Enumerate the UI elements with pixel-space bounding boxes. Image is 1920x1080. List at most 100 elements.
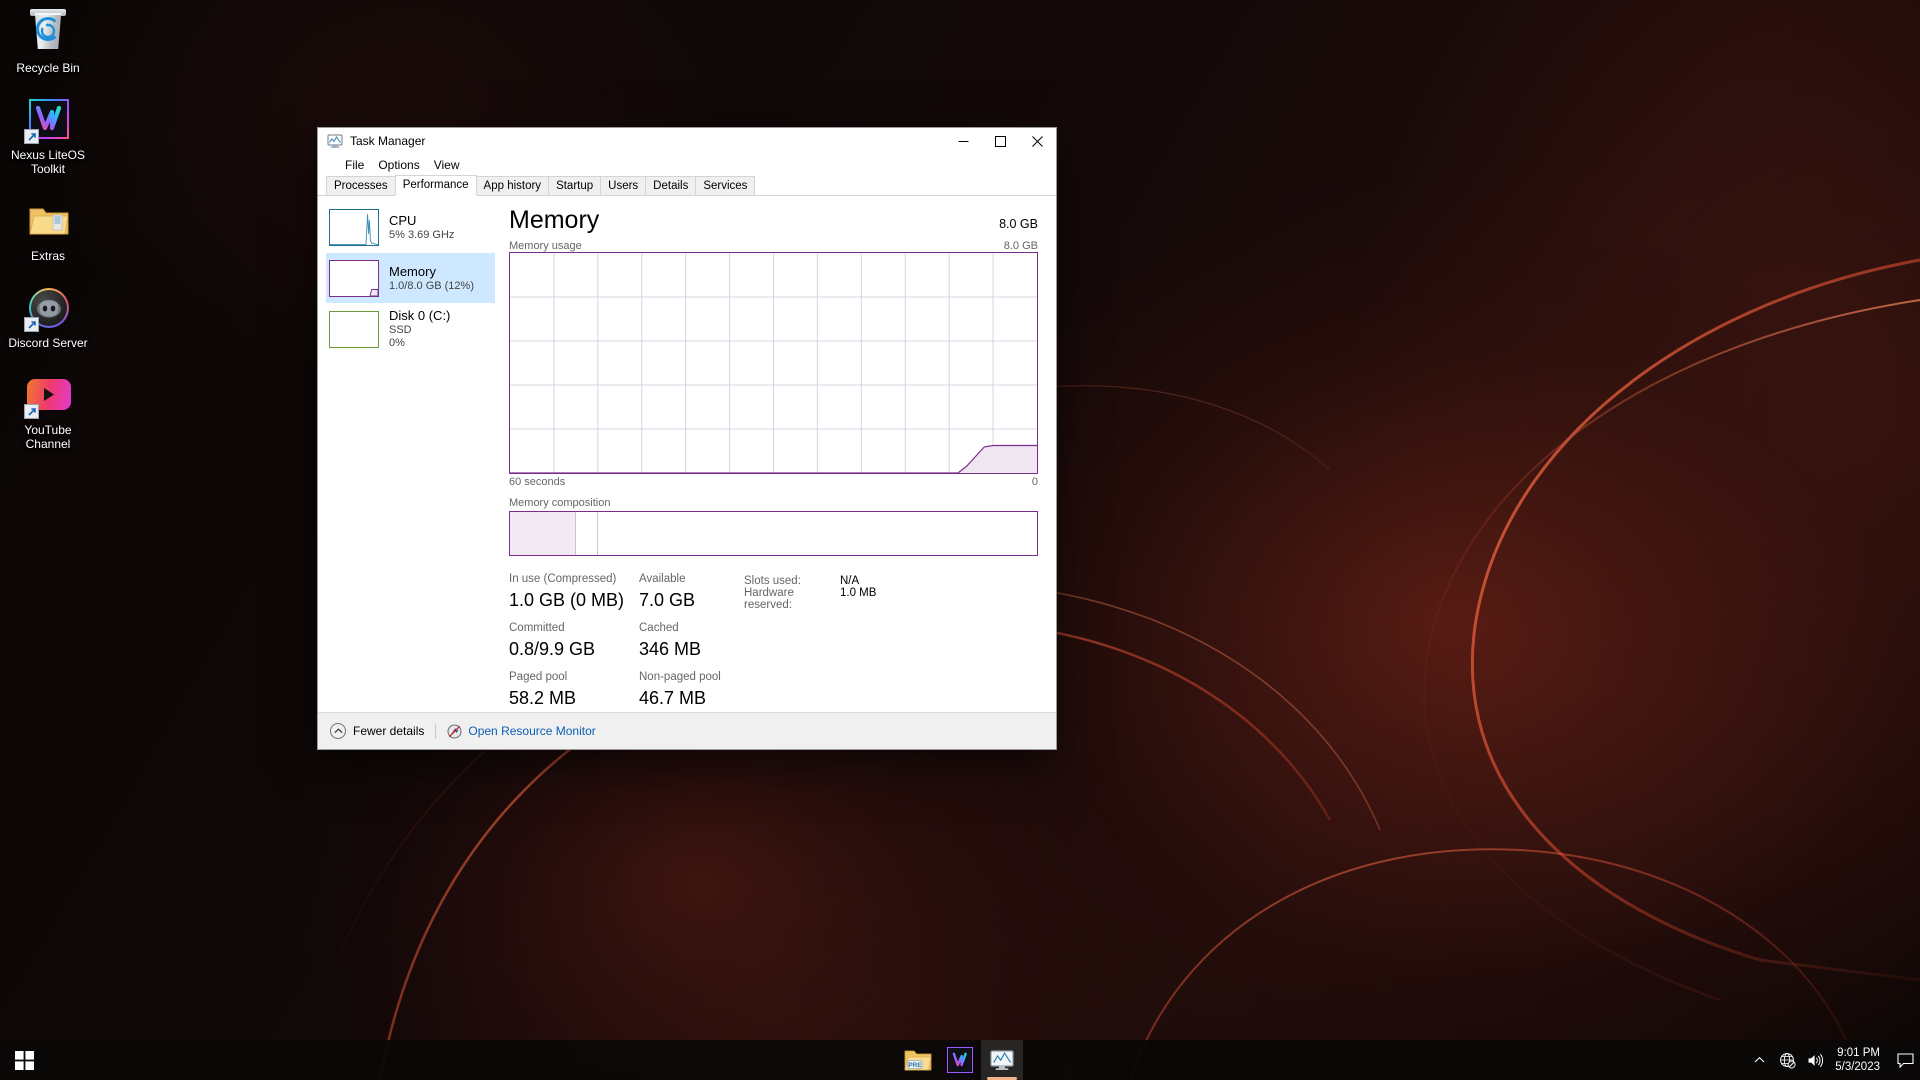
system-tray: 9:01 PM 5/3/2023 — [1745, 1040, 1920, 1080]
stats-side-list: Slots used: N/A Hardware reserved: 1.0 M… — [744, 574, 876, 613]
chart-axis-row: 60 seconds 0 — [509, 476, 1038, 488]
performance-sidebar: CPU 5% 3.69 GHz Memory 1.0/8.0 GB (12%) — [318, 196, 495, 712]
sidebar-item-title: CPU — [389, 212, 417, 228]
close-button[interactable] — [1019, 128, 1056, 154]
sidebar-item-cpu[interactable]: CPU 5% 3.69 GHz — [326, 202, 495, 252]
stat-label: Committed — [509, 622, 565, 634]
taskbar-item-nexus-liteos[interactable] — [939, 1040, 981, 1080]
window-titlebar[interactable]: Task Manager — [318, 128, 1056, 154]
window-title: Task Manager — [350, 134, 426, 148]
tab-services[interactable]: Services — [695, 176, 756, 196]
nexus-liteos-icon — [947, 1047, 973, 1073]
menu-file[interactable]: File — [338, 156, 371, 174]
stat-label: Available — [639, 573, 686, 585]
taskbar-app-list: PRE — [897, 1040, 1023, 1080]
sidebar-item-subtitle: SSD — [389, 324, 412, 336]
stat-key: Slots used: — [744, 575, 801, 587]
disk-mini-graph — [329, 310, 379, 348]
clock-date: 5/3/2023 — [1835, 1061, 1880, 1073]
stat-key: Hardware reserved: — [744, 587, 794, 611]
stat-cached: Cached 346 MB — [639, 621, 744, 662]
footer-divider — [435, 723, 437, 739]
sidebar-item-disk-0[interactable]: Disk 0 (C:) SSD 0% — [326, 304, 495, 354]
tab-startup[interactable]: Startup — [548, 176, 602, 196]
notification-icon — [1896, 1052, 1914, 1068]
composition-label: Memory composition — [509, 497, 611, 509]
stats-row-2: Committed 0.8/9.9 GB Cached 346 MB — [509, 621, 1038, 662]
stat-label: In use (Compressed) — [509, 573, 617, 585]
stat-paged-pool: Paged pool 58.2 MB — [509, 670, 639, 711]
menu-view[interactable]: View — [427, 156, 467, 174]
task-manager-window: Task Manager File Options View Processes… — [317, 127, 1057, 750]
folder-icon — [25, 198, 71, 244]
memory-capacity: 8.0 GB — [999, 217, 1038, 231]
window-body: CPU 5% 3.69 GHz Memory 1.0/8.0 GB (12%) — [318, 196, 1056, 712]
recycle-bin-icon — [25, 9, 71, 56]
maximize-button[interactable] — [982, 128, 1019, 154]
tab-processes[interactable]: Processes — [326, 176, 396, 196]
open-resource-monitor-link[interactable]: Open Resource Monitor — [447, 724, 596, 739]
stat-value: 1.0 MB — [840, 587, 877, 599]
composition-segment-free — [598, 512, 1037, 555]
stat-value: 1.0 GB (0 MB) — [509, 590, 625, 610]
fewer-details-button[interactable]: Fewer details — [330, 723, 424, 739]
memory-composition-bar[interactable] — [509, 511, 1038, 556]
desktop-icon-youtube-channel[interactable]: YouTube Channel — [2, 366, 94, 457]
stat-label: Non-paged pool — [639, 671, 721, 683]
sidebar-item-title: Disk 0 (C:) — [389, 308, 451, 323]
memory-usage-chart-svg — [510, 253, 1037, 473]
desktop-icon-discord-server[interactable]: Discord Server — [2, 279, 94, 356]
desktop-icon-label: Extras — [30, 249, 65, 263]
youtube-icon — [24, 372, 71, 419]
axis-label-right: 0 — [1031, 476, 1038, 488]
tab-performance[interactable]: Performance — [394, 175, 477, 196]
desktop-icon-label: Discord Server — [8, 336, 88, 350]
memory-mini-graph — [329, 259, 379, 297]
stat-value: N/A — [840, 575, 860, 587]
shortcut-overlay-icon — [24, 317, 39, 332]
desktop-icon-label: Nexus LiteOS Toolkit — [10, 148, 86, 176]
tab-users[interactable]: Users — [600, 176, 647, 196]
memory-stats: In use (Compressed) 1.0 GB (0 MB) Availa… — [509, 572, 1038, 711]
globe-no-internet-icon[interactable] — [1773, 1040, 1801, 1080]
fewer-details-label: Fewer details — [353, 724, 425, 738]
tab-details[interactable]: Details — [645, 176, 697, 196]
stat-committed: Committed 0.8/9.9 GB — [509, 621, 639, 662]
minimize-button[interactable] — [945, 128, 982, 154]
stat-value: 7.0 GB — [639, 590, 696, 610]
desktop-icon-nexus-liteos-toolkit[interactable]: Nexus LiteOS Toolkit — [2, 91, 94, 182]
taskbar-item-file-explorer[interactable]: PRE — [897, 1040, 939, 1080]
notification-center-button[interactable] — [1890, 1040, 1920, 1080]
stat-in-use: In use (Compressed) 1.0 GB (0 MB) — [509, 572, 639, 613]
desktop-icon-extras[interactable]: Extras — [2, 192, 94, 269]
window-footer: Fewer details Open Resource Monitor — [318, 712, 1056, 749]
memory-detail-panel: Memory 8.0 GB Memory usage 8.0 GB 60 sec… — [495, 196, 1056, 712]
desktop-icon-label: Recycle Bin — [16, 61, 80, 75]
menu-options[interactable]: Options — [371, 156, 426, 174]
desktop-icon-recycle-bin[interactable]: Recycle Bin — [2, 4, 94, 81]
tray-chevron-up-icon[interactable] — [1745, 1040, 1773, 1080]
stat-hardware-reserved: Hardware reserved: 1.0 MB — [744, 587, 876, 611]
nexus-liteos-toolkit-icon — [24, 97, 71, 144]
taskbar-item-task-manager[interactable] — [981, 1040, 1023, 1080]
page-title: Memory — [509, 206, 600, 234]
tab-app-history[interactable]: App history — [475, 176, 550, 196]
sidebar-item-memory[interactable]: Memory 1.0/8.0 GB (12%) — [326, 253, 495, 303]
axis-label-left: 60 seconds — [509, 476, 566, 488]
speaker-icon[interactable] — [1801, 1040, 1829, 1080]
file-explorer-pre-icon: PRE — [904, 1050, 932, 1071]
sidebar-item-title: Memory — [389, 263, 436, 279]
stat-value: 0.8/9.9 GB — [509, 639, 596, 659]
clock-time: 9:01 PM — [1837, 1047, 1880, 1059]
taskbar-clock[interactable]: 9:01 PM 5/3/2023 — [1829, 1040, 1890, 1080]
menu-bar: File Options View — [318, 154, 1056, 175]
windows-start-icon — [14, 1050, 34, 1070]
stat-label: Paged pool — [509, 671, 568, 683]
resource-monitor-label: Open Resource Monitor — [468, 724, 596, 738]
composition-segment-modified — [575, 512, 598, 555]
graph-label: Memory usage — [509, 240, 582, 252]
stat-slots-used: Slots used: N/A — [744, 575, 876, 587]
desktop-icon-label: YouTube Channel — [24, 423, 72, 451]
composition-segment-in-use — [510, 512, 576, 555]
start-button[interactable] — [0, 1040, 48, 1080]
